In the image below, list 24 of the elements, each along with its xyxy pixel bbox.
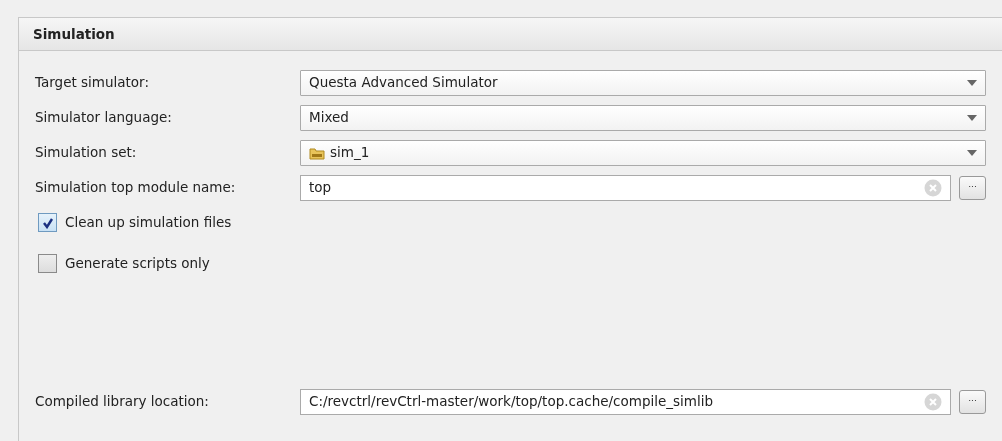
dropdown[interactable]: sim_1	[300, 139, 986, 166]
clear-icon	[924, 178, 942, 197]
field-label: Target simulator:	[35, 73, 150, 93]
checkbox[interactable]	[38, 213, 57, 232]
browse-button[interactable]: ...	[959, 175, 986, 200]
checkbox-label: Generate scripts only	[65, 254, 210, 274]
panel-title: Simulation	[33, 24, 115, 44]
field-label: Simulation top module name:	[35, 178, 237, 198]
field-label: Simulator language:	[35, 108, 173, 128]
checkbox-label: Clean up simulation files	[65, 213, 232, 233]
text-field[interactable]: C:/revctrl/revCtrl-master/work/top/top.cache/compile_simlib	[300, 388, 951, 415]
browse-button[interactable]: ...	[959, 389, 986, 414]
check-icon	[41, 216, 54, 229]
dropdown[interactable]: Mixed	[300, 104, 986, 131]
clear-icon	[924, 392, 942, 411]
field-label: Simulation set:	[35, 143, 138, 163]
checkbox[interactable]	[38, 254, 57, 273]
caret-icon	[967, 79, 977, 86]
text-field[interactable]: top	[300, 174, 951, 201]
caret-icon	[967, 114, 977, 121]
folder-icon	[309, 145, 325, 160]
dropdown[interactable]: Questa Advanced Simulator	[300, 69, 986, 96]
field-label: Compiled library location:	[35, 392, 210, 412]
caret-icon	[967, 149, 977, 156]
